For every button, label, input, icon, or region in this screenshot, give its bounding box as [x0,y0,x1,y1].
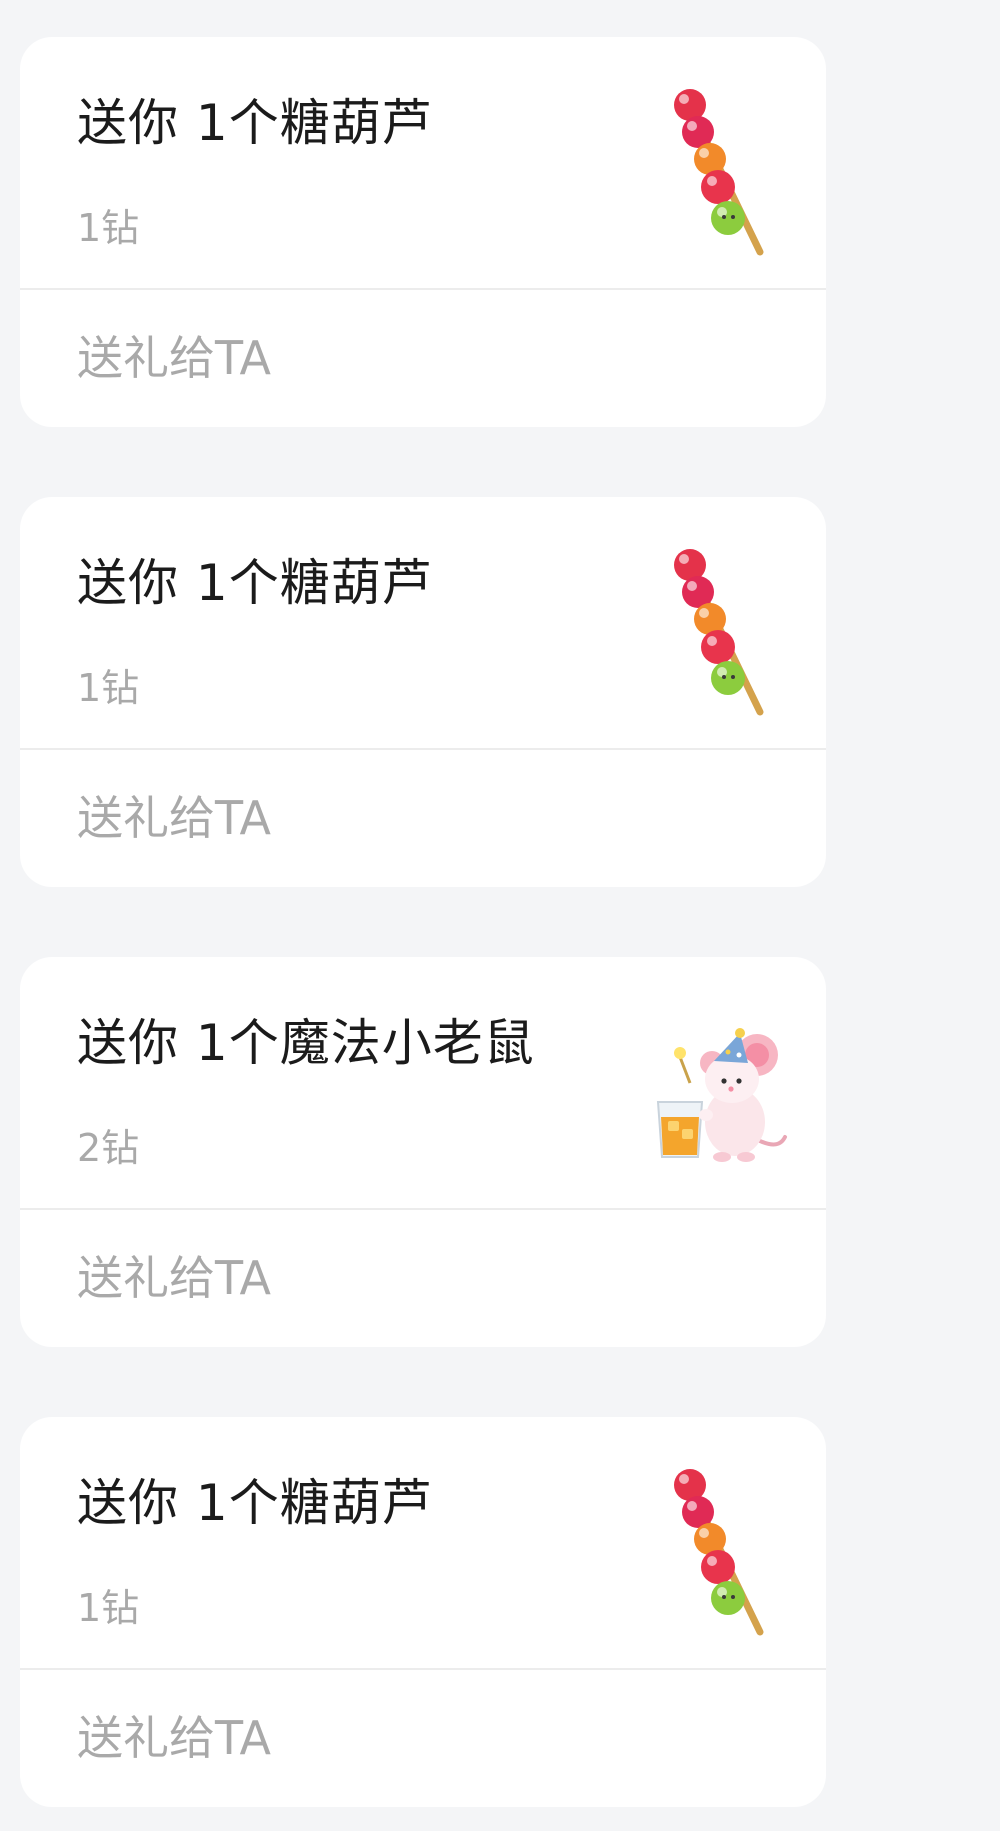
gift-card: 送你 1个糖葫芦 1钻 送礼给TA [20,37,826,427]
send-gift-button[interactable]: 送礼给TA [20,1670,826,1807]
send-gift-button[interactable]: 送礼给TA [20,750,826,887]
gift-title: 送你 1个魔法小老鼠 [77,1014,535,1072]
gift-info: 送你 1个糖葫芦 1钻 [20,37,826,288]
gift-title: 送你 1个糖葫芦 [77,554,433,612]
gift-price: 2钻 [77,1126,140,1170]
gift-card: 送你 1个魔法小老鼠 2钻 送礼给TA [20,957,826,1347]
send-gift-button[interactable]: 送礼给TA [20,1210,826,1347]
gift-title: 送你 1个糖葫芦 [77,94,433,152]
magic-mouse-icon [640,997,800,1177]
gift-price: 1钻 [77,1586,140,1630]
gift-info: 送你 1个糖葫芦 1钻 [20,497,826,748]
send-gift-label: 送礼给TA [77,1251,271,1305]
send-gift-label: 送礼给TA [77,331,271,385]
gift-price: 1钻 [77,666,140,710]
send-gift-label: 送礼给TA [77,791,271,845]
gift-price: 1钻 [77,206,140,250]
send-gift-label: 送礼给TA [77,1711,271,1765]
candied-haws-icon [640,1457,800,1637]
gift-card: 送你 1个糖葫芦 1钻 送礼给TA [20,1417,826,1807]
gift-info: 送你 1个魔法小老鼠 2钻 [20,957,826,1208]
gift-card: 送你 1个糖葫芦 1钻 送礼给TA [20,497,826,887]
gift-feed: 送你 1个糖葫芦 1钻 送礼给TA 送你 1个糖葫芦 1钻 送礼给TA 送你 1… [0,0,1000,1831]
candied-haws-icon [640,77,800,257]
gift-title: 送你 1个糖葫芦 [77,1474,433,1532]
candied-haws-icon [640,537,800,717]
send-gift-button[interactable]: 送礼给TA [20,290,826,427]
gift-info: 送你 1个糖葫芦 1钻 [20,1417,826,1668]
